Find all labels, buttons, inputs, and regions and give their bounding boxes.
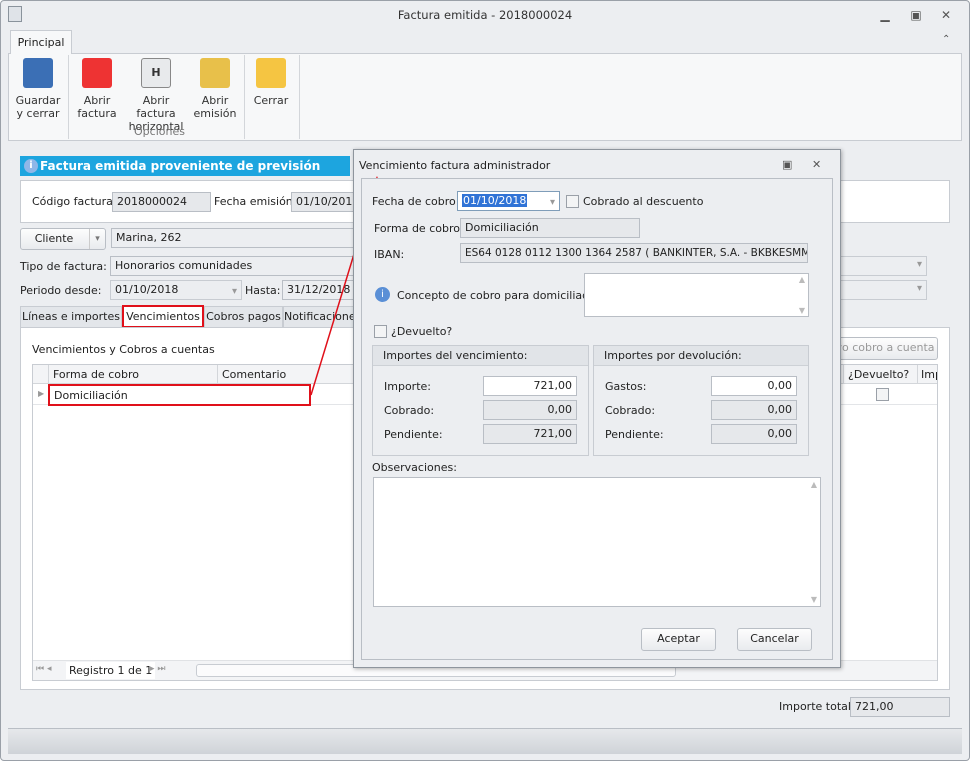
dev-cobrado-field[interactable]: 0,00: [711, 400, 797, 420]
dev-pendiente-field[interactable]: 0,00: [711, 424, 797, 444]
importe-label: Importe:: [384, 380, 431, 393]
info-icon: i: [375, 287, 390, 302]
pendiente-label: Pendiente:: [384, 428, 443, 441]
forma-cobro-field[interactable]: Domiciliación: [460, 218, 640, 238]
dev-pendiente-label: Pendiente:: [605, 428, 664, 441]
gastos-label: Gastos:: [605, 380, 647, 393]
cobrado-label: Cobrado:: [384, 404, 435, 417]
pendiente-field[interactable]: 721,00: [483, 424, 577, 444]
devuelto-dialog-checkbox[interactable]: [374, 325, 387, 338]
aceptar-button[interactable]: Aceptar: [641, 628, 716, 651]
gastos-field[interactable]: 0,00: [711, 376, 797, 396]
iban-label: IBAN:: [374, 248, 405, 261]
concepto-label: Concepto de cobro para domiciliación:: [397, 289, 609, 302]
observaciones-textarea[interactable]: ▲ ▼: [373, 477, 821, 607]
cobrado-field[interactable]: 0,00: [483, 400, 577, 420]
importe-field[interactable]: 721,00: [483, 376, 577, 396]
fecha-cobro-field[interactable]: 01/10/2018: [457, 191, 560, 211]
descuento-checkbox[interactable]: [566, 195, 579, 208]
descuento-label: Cobrado al descuento: [583, 195, 704, 208]
iban-field[interactable]: ES64 0128 0112 1300 1364 2587 ( BANKINTE…: [460, 243, 808, 263]
forma-cobro-label: Forma de cobro:: [374, 222, 464, 235]
cancelar-button[interactable]: Cancelar: [737, 628, 812, 651]
dev-cobrado-label: Cobrado:: [605, 404, 656, 417]
devuelto-label: ¿Devuelto?: [391, 325, 453, 338]
concepto-textarea[interactable]: ▲ ▼: [584, 273, 809, 317]
observaciones-label: Observaciones:: [372, 461, 457, 474]
fecha-cobro-label: Fecha de cobro:: [372, 195, 460, 208]
